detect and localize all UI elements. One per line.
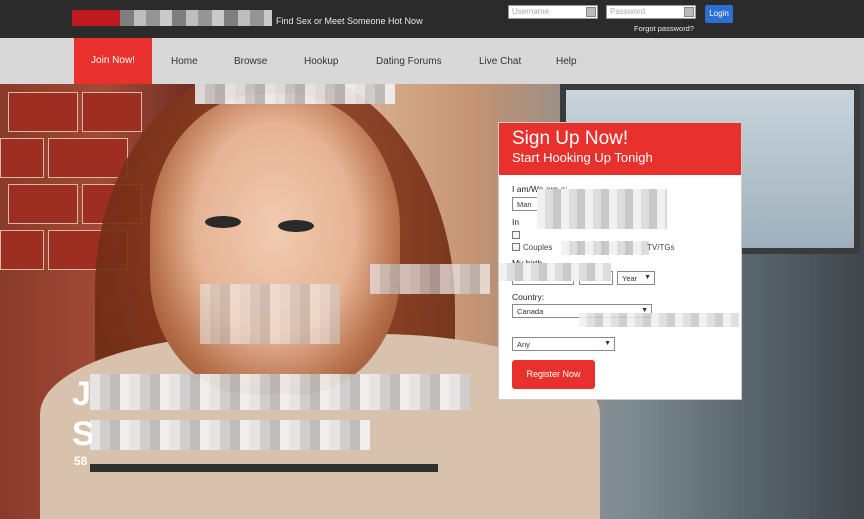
- join-now-button[interactable]: Join Now!: [74, 38, 152, 84]
- nav-live-chat[interactable]: Live Chat: [479, 56, 521, 67]
- brick-decoration: [8, 92, 78, 132]
- signup-panel: Sign Up Now! Start Hooking Up Tonigh I a…: [498, 122, 742, 400]
- region-select[interactable]: Any ▼: [512, 337, 615, 351]
- dropdown-arrow-icon: ▼: [604, 340, 611, 347]
- signup-header: Sign Up Now! Start Hooking Up Tonigh: [499, 123, 741, 175]
- nav-home[interactable]: Home: [171, 56, 198, 67]
- hero-strip: [90, 464, 438, 472]
- nav-hookup[interactable]: Hookup: [304, 56, 338, 67]
- censor-mosaic: [561, 241, 649, 255]
- password-input[interactable]: Password: [606, 5, 696, 19]
- hero-headline: J: [72, 375, 91, 413]
- hero-headline-line2: S: [72, 415, 92, 453]
- username-input[interactable]: Username: [508, 5, 598, 19]
- brick-decoration: [0, 230, 44, 270]
- register-now-button[interactable]: Register Now: [512, 360, 595, 389]
- username-placeholder: Username: [512, 7, 549, 16]
- login-button[interactable]: Login: [705, 5, 733, 23]
- interest-checkbox[interactable]: [512, 231, 520, 239]
- brick-decoration: [82, 92, 142, 132]
- censor-mosaic: [90, 374, 470, 410]
- tvtg-checkbox-label: TV/TGs: [647, 243, 675, 252]
- nav-dating-forums[interactable]: Dating Forums: [376, 56, 442, 67]
- brick-decoration: [48, 138, 128, 178]
- site-logo[interactable]: [72, 10, 272, 26]
- brick-decoration: [0, 138, 44, 178]
- photo-face: [150, 94, 400, 394]
- country-label: Country:: [512, 292, 545, 302]
- brick-decoration: [8, 184, 78, 224]
- keyboard-icon[interactable]: [586, 7, 596, 17]
- country-select-value: Canada: [517, 307, 544, 316]
- keyboard-icon[interactable]: [684, 7, 694, 17]
- photo-eye: [205, 216, 241, 228]
- couples-checkbox[interactable]: [512, 243, 520, 251]
- birth-year-value: Year: [622, 274, 638, 283]
- dropdown-arrow-icon: ▼: [644, 274, 651, 281]
- couples-checkbox-label: Couples: [523, 243, 553, 252]
- site-tagline: Find Sex or Meet Someone Hot Now: [276, 16, 423, 26]
- top-bar: Find Sex or Meet Someone Hot Now Usernam…: [0, 0, 864, 38]
- censor-mosaic: [200, 284, 340, 344]
- signup-subtitle: Start Hooking Up Tonigh: [512, 150, 653, 165]
- photo-eye: [278, 220, 314, 232]
- interest-label: In: [512, 217, 520, 227]
- nav-browse[interactable]: Browse: [234, 56, 267, 67]
- signup-title: Sign Up Now!: [512, 128, 629, 149]
- member-count: 58: [74, 454, 88, 468]
- censor-mosaic: [579, 313, 739, 327]
- birth-year-select[interactable]: Year ▼: [617, 271, 655, 285]
- password-placeholder: Password: [610, 7, 646, 16]
- censor-mosaic: [499, 263, 611, 281]
- censor-mosaic: [90, 420, 370, 450]
- censor-mosaic: [370, 264, 490, 294]
- nav-help[interactable]: Help: [556, 56, 577, 67]
- forgot-password-link[interactable]: Forgot password?: [634, 24, 694, 33]
- censor-mosaic: [537, 189, 667, 229]
- iam-select-value: Man: [517, 200, 532, 209]
- censor-mosaic: [195, 84, 395, 104]
- region-select-value: Any: [517, 340, 530, 349]
